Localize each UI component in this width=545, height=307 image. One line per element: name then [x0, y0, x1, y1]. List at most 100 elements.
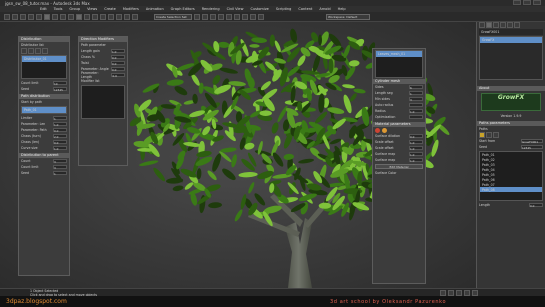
param-spinner[interactable]	[409, 103, 423, 107]
menu-item[interactable]: Help	[338, 7, 346, 11]
move-icon[interactable]	[76, 13, 82, 20]
distributor-list[interactable]: Distributor_01	[21, 55, 67, 79]
add-path-icon[interactable]	[486, 132, 492, 138]
workspace-dropdown[interactable]: Workspace: Default	[326, 13, 370, 20]
modifier-item[interactable]: GrowFX	[480, 37, 542, 43]
render-icon[interactable]	[258, 13, 264, 20]
render-frame-icon[interactable]	[250, 13, 256, 20]
param-spinner[interactable]: 1	[53, 171, 67, 176]
path-listbox[interactable]: Path_01 Path_02 Path_03 Path_04 Path_05 Path_…	[479, 151, 543, 201]
path-list-item[interactable]: Path_08	[480, 187, 542, 192]
param-spinner[interactable]: 0.0	[111, 67, 125, 72]
modify-tab-icon[interactable]	[486, 22, 492, 28]
menu-item[interactable]: Create	[104, 7, 116, 11]
param-spinner[interactable]: 3	[53, 159, 67, 164]
delete-icon[interactable]	[28, 48, 34, 54]
menu-item[interactable]: Arnold	[319, 7, 330, 11]
param-spinner[interactable]: 12345	[53, 87, 67, 92]
perspective-viewport[interactable]: Distribution Distributor list Distributo…	[0, 22, 476, 288]
folder-icon[interactable]	[479, 132, 485, 138]
about-header[interactable]: About	[477, 86, 545, 91]
seed-field[interactable]: 12345	[521, 145, 543, 150]
param-spinner[interactable]	[409, 115, 423, 119]
mirror-icon[interactable]	[194, 13, 200, 20]
paste-icon[interactable]	[42, 48, 48, 54]
menu-item[interactable]: Scripting	[276, 7, 292, 11]
param-spinner[interactable]: 1.0	[111, 49, 125, 54]
param-spinner[interactable]: 1	[53, 116, 67, 121]
display-tab-icon[interactable]	[507, 22, 513, 28]
menu-item[interactable]: Customize	[250, 7, 268, 11]
schematic-icon[interactable]	[226, 13, 232, 20]
angle-snap-icon[interactable]	[124, 13, 130, 20]
material-red-icon[interactable]	[375, 127, 380, 133]
maximize-button[interactable]	[523, 0, 531, 5]
list-item[interactable]: Distributor_01	[22, 56, 66, 62]
menu-item[interactable]: Edit	[40, 7, 47, 11]
menu-item[interactable]: Animation	[146, 7, 164, 11]
param-spinner[interactable]: 0.0	[409, 134, 423, 139]
utilities-tab-icon[interactable]	[514, 22, 520, 28]
region-select-icon[interactable]	[60, 13, 66, 20]
param-spinner[interactable]: 0.0	[53, 128, 67, 133]
start-field[interactable]: GrowFX001	[521, 139, 543, 144]
select-by-name-icon[interactable]	[52, 13, 58, 20]
param-spinner[interactable]: 0.0	[53, 140, 67, 145]
material-orange-icon[interactable]	[382, 127, 387, 133]
param-spinner[interactable]: 1.0	[53, 122, 67, 127]
material-editor-icon[interactable]	[234, 13, 240, 20]
close-button[interactable]	[533, 0, 541, 5]
selection-set-dropdown[interactable]: Create Selection Set	[154, 13, 192, 20]
hierarchy-tab-icon[interactable]	[493, 22, 499, 28]
param-spinner[interactable]: 1.0	[409, 152, 423, 157]
mesh-list[interactable]: Leaves_mesh_01	[375, 50, 423, 78]
param-spinner[interactable]: 1.0	[409, 158, 423, 163]
param-spinner[interactable]: 2.0	[53, 134, 67, 139]
edit-material-button[interactable]: Edit Material	[375, 164, 423, 169]
menu-item[interactable]: Views	[87, 7, 97, 11]
copy-icon[interactable]	[35, 48, 41, 54]
object-name-field[interactable]: GrowFX001	[479, 29, 543, 35]
param-spinner[interactable]: 1.0	[409, 140, 423, 145]
align-icon[interactable]	[202, 13, 208, 20]
length-field[interactable]: 0.0	[529, 203, 543, 208]
param-spinner[interactable]: 6	[409, 85, 423, 90]
menu-item[interactable]: Rendering	[202, 7, 220, 11]
modifier-stack[interactable]: GrowFX	[479, 36, 543, 80]
reference-coord-icon[interactable]	[100, 13, 106, 20]
modifier-listbox[interactable]	[81, 85, 125, 119]
list-item[interactable]: Leaves_mesh_01	[376, 51, 422, 57]
param-spinner[interactable]: 0.0	[111, 73, 125, 78]
layer-icon[interactable]	[210, 13, 216, 20]
menu-item[interactable]: Tools	[54, 7, 63, 11]
menu-item[interactable]: Group	[69, 7, 80, 11]
create-tab-icon[interactable]	[479, 22, 485, 28]
motion-tab-icon[interactable]	[500, 22, 506, 28]
menu-item[interactable]: Content	[298, 7, 312, 11]
bind-icon[interactable]	[36, 13, 42, 20]
remove-path-icon[interactable]	[493, 132, 499, 138]
snap-icon[interactable]	[116, 13, 122, 20]
undo-icon[interactable]	[4, 13, 10, 20]
render-setup-icon[interactable]	[242, 13, 248, 20]
param-spinner[interactable]: 0.0	[111, 55, 125, 60]
param-spinner[interactable]: 1	[409, 91, 423, 96]
minimize-button[interactable]	[513, 0, 521, 5]
curve-editor-icon[interactable]	[218, 13, 224, 20]
menu-item[interactable]: Graph Editors	[171, 7, 195, 11]
param-spinner[interactable]: 1.0	[409, 146, 423, 151]
scale-icon[interactable]	[92, 13, 98, 20]
menu-item[interactable]: Modifiers	[123, 7, 139, 11]
path-list[interactable]: Path_01	[21, 106, 67, 114]
unlink-icon[interactable]	[28, 13, 34, 20]
window-crossing-icon[interactable]	[68, 13, 74, 20]
param-spinner[interactable]: 1.0	[409, 109, 423, 114]
pivot-icon[interactable]	[108, 13, 114, 20]
add-icon[interactable]	[21, 48, 27, 54]
rotate-icon[interactable]	[84, 13, 90, 20]
percent-snap-icon[interactable]	[132, 13, 138, 20]
param-spinner[interactable]: 3	[53, 165, 67, 170]
redo-icon[interactable]	[12, 13, 18, 20]
menu-item[interactable]: Civil View	[227, 7, 244, 11]
select-icon[interactable]	[44, 13, 50, 20]
